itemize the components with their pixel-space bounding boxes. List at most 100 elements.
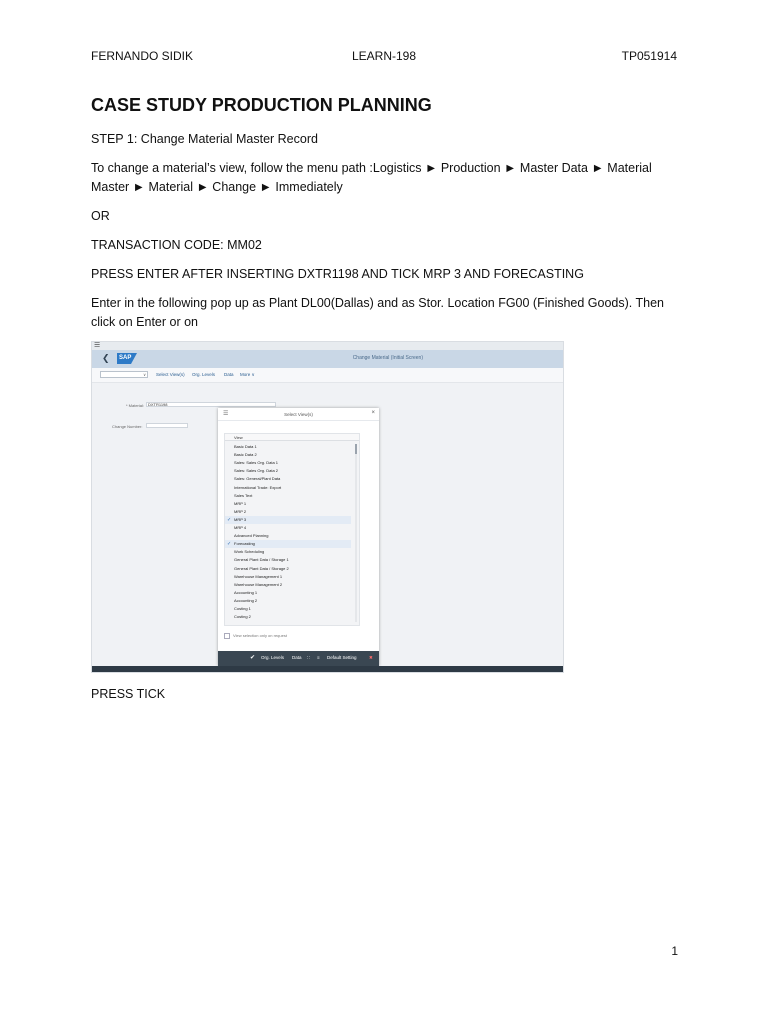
checkmark-icon[interactable]: ✓ — [227, 517, 231, 522]
view-row[interactable]: Sales: Sales Org. Data 2 — [225, 467, 351, 475]
view-row[interactable]: Sales: Sales Org. Data 1 — [225, 459, 351, 467]
header-course: LEARN-198 — [352, 49, 417, 63]
list-scroll-thumb[interactable] — [355, 444, 357, 454]
view-row[interactable]: Basic Data 2 — [225, 451, 351, 459]
sap-logo: SAP — [117, 353, 137, 364]
view-row-label: General Plant Data / Storage 1 — [234, 557, 289, 563]
application-toolbar: ∨ Select View(s) Org. Levels Data More ∨ — [92, 368, 563, 383]
view-row-label: Sales Text — [234, 492, 253, 498]
view-row-label: Basic Data 1 — [234, 444, 257, 449]
back-icon[interactable]: ❮ — [102, 353, 110, 364]
data-button[interactable]: Data — [224, 372, 234, 377]
footer-org-levels-button[interactable]: Org. Levels — [261, 655, 284, 660]
shell-bar: ❮ SAP Change Material (Initial Screen) — [92, 350, 563, 368]
view-row-label: Basic Data 2 — [234, 452, 257, 458]
checkbox-empty[interactable] — [227, 486, 231, 490]
press-enter-instruction: PRESS ENTER AFTER INSERTING DXTR1198 AND… — [91, 267, 584, 281]
dialog-title: Select View(s) — [284, 412, 313, 417]
views-list: View Basic Data 1 Basic Data 2 Sales: Sale… — [224, 433, 360, 626]
view-row[interactable]: Accounting 2 — [225, 597, 351, 605]
header-author: FERNANDO SIDIK — [91, 49, 194, 63]
view-row[interactable]: Costing 2 — [225, 613, 351, 621]
view-selection-checkbox[interactable] — [224, 633, 230, 639]
view-row-label: Sales: Sales Org. Data 1 — [234, 460, 279, 466]
checkbox-empty[interactable] — [227, 615, 231, 619]
org-levels-button[interactable]: Org. Levels — [192, 372, 215, 377]
page-number: 1 — [671, 944, 678, 958]
view-row[interactable]: Warehouse Management 1 — [225, 573, 351, 581]
view-row[interactable]: MRP 1 — [225, 500, 351, 508]
view-row[interactable]: General Plant Data / Storage 1 — [225, 556, 351, 564]
select-views-button[interactable]: Select View(s) — [156, 372, 185, 377]
more-menu[interactable]: More ∨ — [240, 372, 255, 378]
view-row[interactable]: Advanced Planning — [225, 532, 351, 540]
or-text: OR — [91, 209, 110, 223]
screen-title: Change Material (Initial Screen) — [352, 355, 423, 361]
change-number-input[interactable] — [146, 423, 188, 428]
view-row[interactable]: ✓ MRP 3 — [225, 515, 351, 524]
select-all-icon[interactable]: ∷ — [307, 655, 310, 661]
deselect-all-icon[interactable]: ≡ — [317, 655, 320, 660]
checkbox-empty[interactable] — [227, 445, 231, 449]
view-row-label: MRP 4 — [234, 525, 247, 530]
view-row[interactable]: Costing 1 — [225, 605, 351, 613]
checkbox-empty[interactable] — [227, 599, 231, 603]
view-row-label: Work Scheduling — [234, 549, 265, 555]
view-row[interactable]: Work Scheduling — [225, 548, 351, 556]
footer-data-button[interactable]: Data — [292, 655, 302, 660]
transaction-code: TRANSACTION CODE: MM02 — [91, 238, 262, 252]
view-row[interactable]: Basic Data 1 — [225, 443, 351, 451]
checkbox-empty[interactable] — [227, 502, 231, 506]
checkmark-icon[interactable]: ✓ — [227, 542, 231, 547]
checkbox-empty[interactable] — [227, 534, 231, 538]
view-row[interactable]: Sales: General/Plant Data — [225, 475, 351, 483]
view-row[interactable]: Warehouse Management 2 — [225, 581, 351, 589]
checkbox-empty[interactable] — [227, 558, 231, 562]
view-row[interactable]: Accounting 1 — [225, 589, 351, 597]
checkbox-empty[interactable] — [227, 583, 231, 587]
variant-select[interactable]: ∨ — [100, 371, 148, 378]
confirm-check-icon[interactable]: ✔ — [250, 654, 255, 661]
view-selection-option[interactable]: View selection only on request — [224, 633, 287, 639]
view-row-label: Costing 2 — [234, 614, 251, 620]
checkbox-empty[interactable] — [227, 575, 231, 579]
step1-heading: STEP 1: Change Material Master Record — [91, 132, 318, 146]
close-icon[interactable]: × — [371, 410, 375, 416]
view-row[interactable]: MRP 2 — [225, 508, 351, 516]
material-input[interactable]: DXTR1198 — [146, 402, 276, 407]
checkbox-empty[interactable] — [227, 591, 231, 595]
cancel-icon[interactable]: ✖ — [369, 655, 373, 661]
menu-strip: ☰ — [92, 342, 563, 350]
view-row[interactable]: Sales Text — [225, 492, 351, 500]
view-row-label: Accounting 1 — [234, 589, 258, 595]
view-row-label: Sales: Sales Org. Data 2 — [234, 468, 279, 474]
view-row-label: MRP 2 — [234, 508, 247, 514]
checkbox-empty[interactable] — [227, 526, 231, 530]
document-page: FERNANDO SIDIK LEARN-198 TP051914 CASE S… — [0, 0, 768, 1024]
view-row[interactable]: MRP 4 — [225, 524, 351, 532]
popup-instruction: Enter in the following pop up as Plant D… — [91, 296, 665, 329]
view-row-label: Forecasting — [234, 541, 255, 547]
view-row[interactable]: General Plant Data / Storage 2 — [225, 565, 351, 573]
list-scrollbar[interactable] — [355, 444, 357, 622]
view-row-label: General Plant Data / Storage 2 — [234, 565, 289, 571]
view-row-label: Sales: General/Plant Data — [234, 476, 281, 482]
checkbox-empty[interactable] — [227, 494, 231, 498]
checkbox-empty[interactable] — [227, 461, 231, 465]
checkbox-empty[interactable] — [227, 550, 231, 554]
checkbox-empty[interactable] — [227, 607, 231, 611]
menu-path-paragraph: To change a material’s view, follow the … — [91, 161, 652, 194]
checkbox-empty[interactable] — [227, 477, 231, 481]
view-row[interactable]: International Trade: Export — [225, 484, 351, 492]
checkbox-empty[interactable] — [227, 510, 231, 514]
hamburger-icon[interactable]: ☰ — [94, 342, 100, 350]
press-tick-instruction: PRESS TICK — [91, 687, 166, 701]
footer-default-setting-button[interactable]: Default Setting — [327, 655, 357, 660]
checkbox-empty[interactable] — [227, 453, 231, 457]
view-row-label: MRP 3 — [234, 516, 247, 522]
status-bar — [92, 666, 563, 672]
checkbox-empty[interactable] — [227, 567, 231, 571]
view-row[interactable]: ✓ Forecasting — [225, 540, 351, 549]
views-column-header: View — [225, 434, 359, 441]
checkbox-empty[interactable] — [227, 469, 231, 473]
